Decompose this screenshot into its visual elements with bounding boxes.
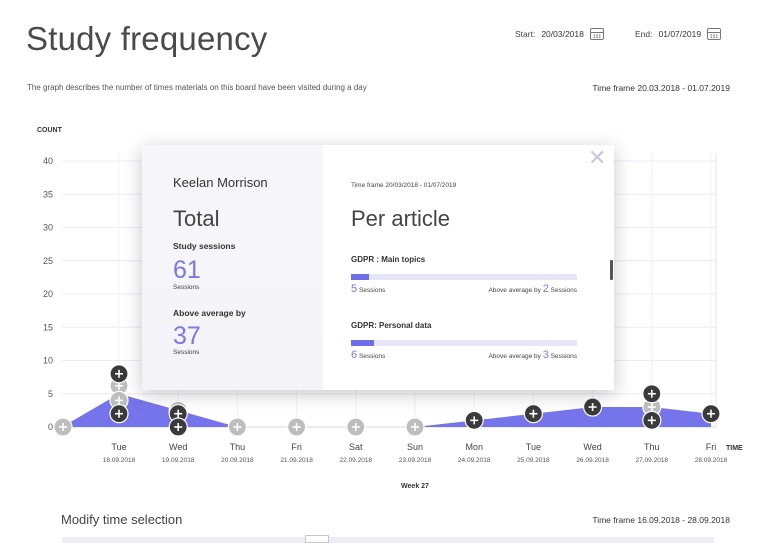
user-name: Keelan Morrison [173,175,268,190]
above-average-value: 37 [173,322,201,350]
total-heading: Total [173,206,220,231]
x-tick-date: 24.09.2018 [458,457,491,464]
x-tick-date: 25.09.2018 [517,457,550,464]
x-tick-date: 21.09.2018 [280,457,313,464]
selection-timeframe: Time frame 16.09.2018 - 28.09.2018 [592,515,730,525]
x-tick-label: Tue [111,442,126,452]
article-progress-fill [351,340,374,346]
modify-time-selection-title: Modify time selection [61,512,183,527]
study-sessions-value: 61 [173,256,201,284]
x-tick-label: Sun [407,442,423,452]
article-avg-prefix: Above average by [488,353,541,360]
article-sessions: 6 Sessions [351,349,385,361]
article-title: GDPR: Personal data [351,321,432,330]
y-tick-label: 40 [43,156,53,166]
y-tick-label: 20 [43,289,53,299]
article-progress-bar [351,340,577,346]
x-tick-date: 28.09.2018 [695,457,728,464]
x-tick-date: 19.09.2018 [162,457,195,464]
article-progress-bar [351,274,577,280]
article-title: GDPR : Main topics [351,255,426,264]
area-series [62,393,711,427]
x-tick-label: Fri [706,442,717,452]
y-tick-label: 30 [43,223,53,233]
study-sessions-unit: Sessions [173,284,200,291]
article-above-average: Above average by 3 Sessions [488,349,577,361]
y-tick-label: 0 [48,422,53,432]
y-tick-label: 10 [43,356,53,366]
y-tick-label: 35 [43,189,53,199]
popup-scrollbar[interactable] [610,260,613,280]
x-tick-date: 18.09.2018 [103,457,136,464]
above-average-label: Above average by [173,308,246,318]
article-avg-value: 3 [542,349,549,361]
popup-total-panel: Keelan Morrison Total Study sessions 61 … [142,145,323,390]
x-tick-date: 27.09.2018 [636,457,669,464]
y-axis-label: COUNT [37,127,63,134]
week-label: Week 27 [401,483,429,490]
time-range-slider[interactable] [62,537,714,543]
y-tick-label: 15 [43,322,53,332]
time-range-slider-handle[interactable] [305,535,329,543]
above-average-unit: Sessions [173,349,200,356]
study-sessions-label: Study sessions [173,241,236,251]
x-tick-label: Wed [583,442,601,452]
article-sessions-count: 6 [351,349,358,361]
page-description: The graph describes the number of times … [27,83,367,92]
article-sessions-count: 5 [351,283,358,295]
article-avg-unit: Sessions [550,353,577,360]
end-date-label: End: [635,29,653,39]
x-tick-label: Thu [230,442,246,452]
x-tick-label: Wed [169,442,187,452]
x-tick-date: 20.09.2018 [221,457,254,464]
user-detail-popup: Keelan Morrison Total Study sessions 61 … [142,145,614,390]
article-avg-value: 2 [542,283,549,295]
article-sessions: 5 Sessions [351,283,385,295]
per-article-heading: Per article [351,206,451,231]
x-tick-date: 23.09.2018 [399,457,432,464]
x-tick-label: Sat [349,442,363,452]
article-sessions-unit: Sessions [358,287,386,294]
end-date-field[interactable]: End: 01/07/2019 [635,28,722,40]
x-tick-label: Tue [526,442,541,452]
x-axis-label: TIME [726,445,743,452]
calendar-icon[interactable] [589,28,604,40]
x-tick-label: Mon [465,442,483,452]
article-avg-prefix: Above average by [488,287,541,294]
popup-per-article-panel: ✕ Time frame 20/03/2018 - 01/07/2019 Per… [323,145,614,390]
calendar-icon[interactable] [707,28,722,40]
timeframe-label: Time frame 20.03.2018 - 01.07.2019 [592,83,730,93]
page-title: Study frequency [26,20,268,57]
y-tick-label: 25 [43,256,53,266]
x-tick-label: Fri [291,442,302,452]
start-date-label: Start: [515,29,536,39]
article-progress-fill [351,274,370,280]
end-date-value[interactable]: 01/07/2019 [659,29,702,39]
start-date-field[interactable]: Start: 20/03/2018 [515,28,604,40]
y-tick-label: 5 [48,389,53,399]
article-sessions-unit: Sessions [358,353,386,360]
article-above-average: Above average by 2 Sessions [488,283,577,295]
start-date-value[interactable]: 20/03/2018 [541,29,584,39]
x-tick-label: Thu [644,442,660,452]
x-tick-date: 26.09.2018 [576,457,609,464]
article-avg-unit: Sessions [550,287,577,294]
x-tick-date: 22.09.2018 [340,457,373,464]
close-icon[interactable]: ✕ [588,148,606,170]
popup-timeframe: Time frame 20/03/2018 - 01/07/2019 [351,182,457,189]
